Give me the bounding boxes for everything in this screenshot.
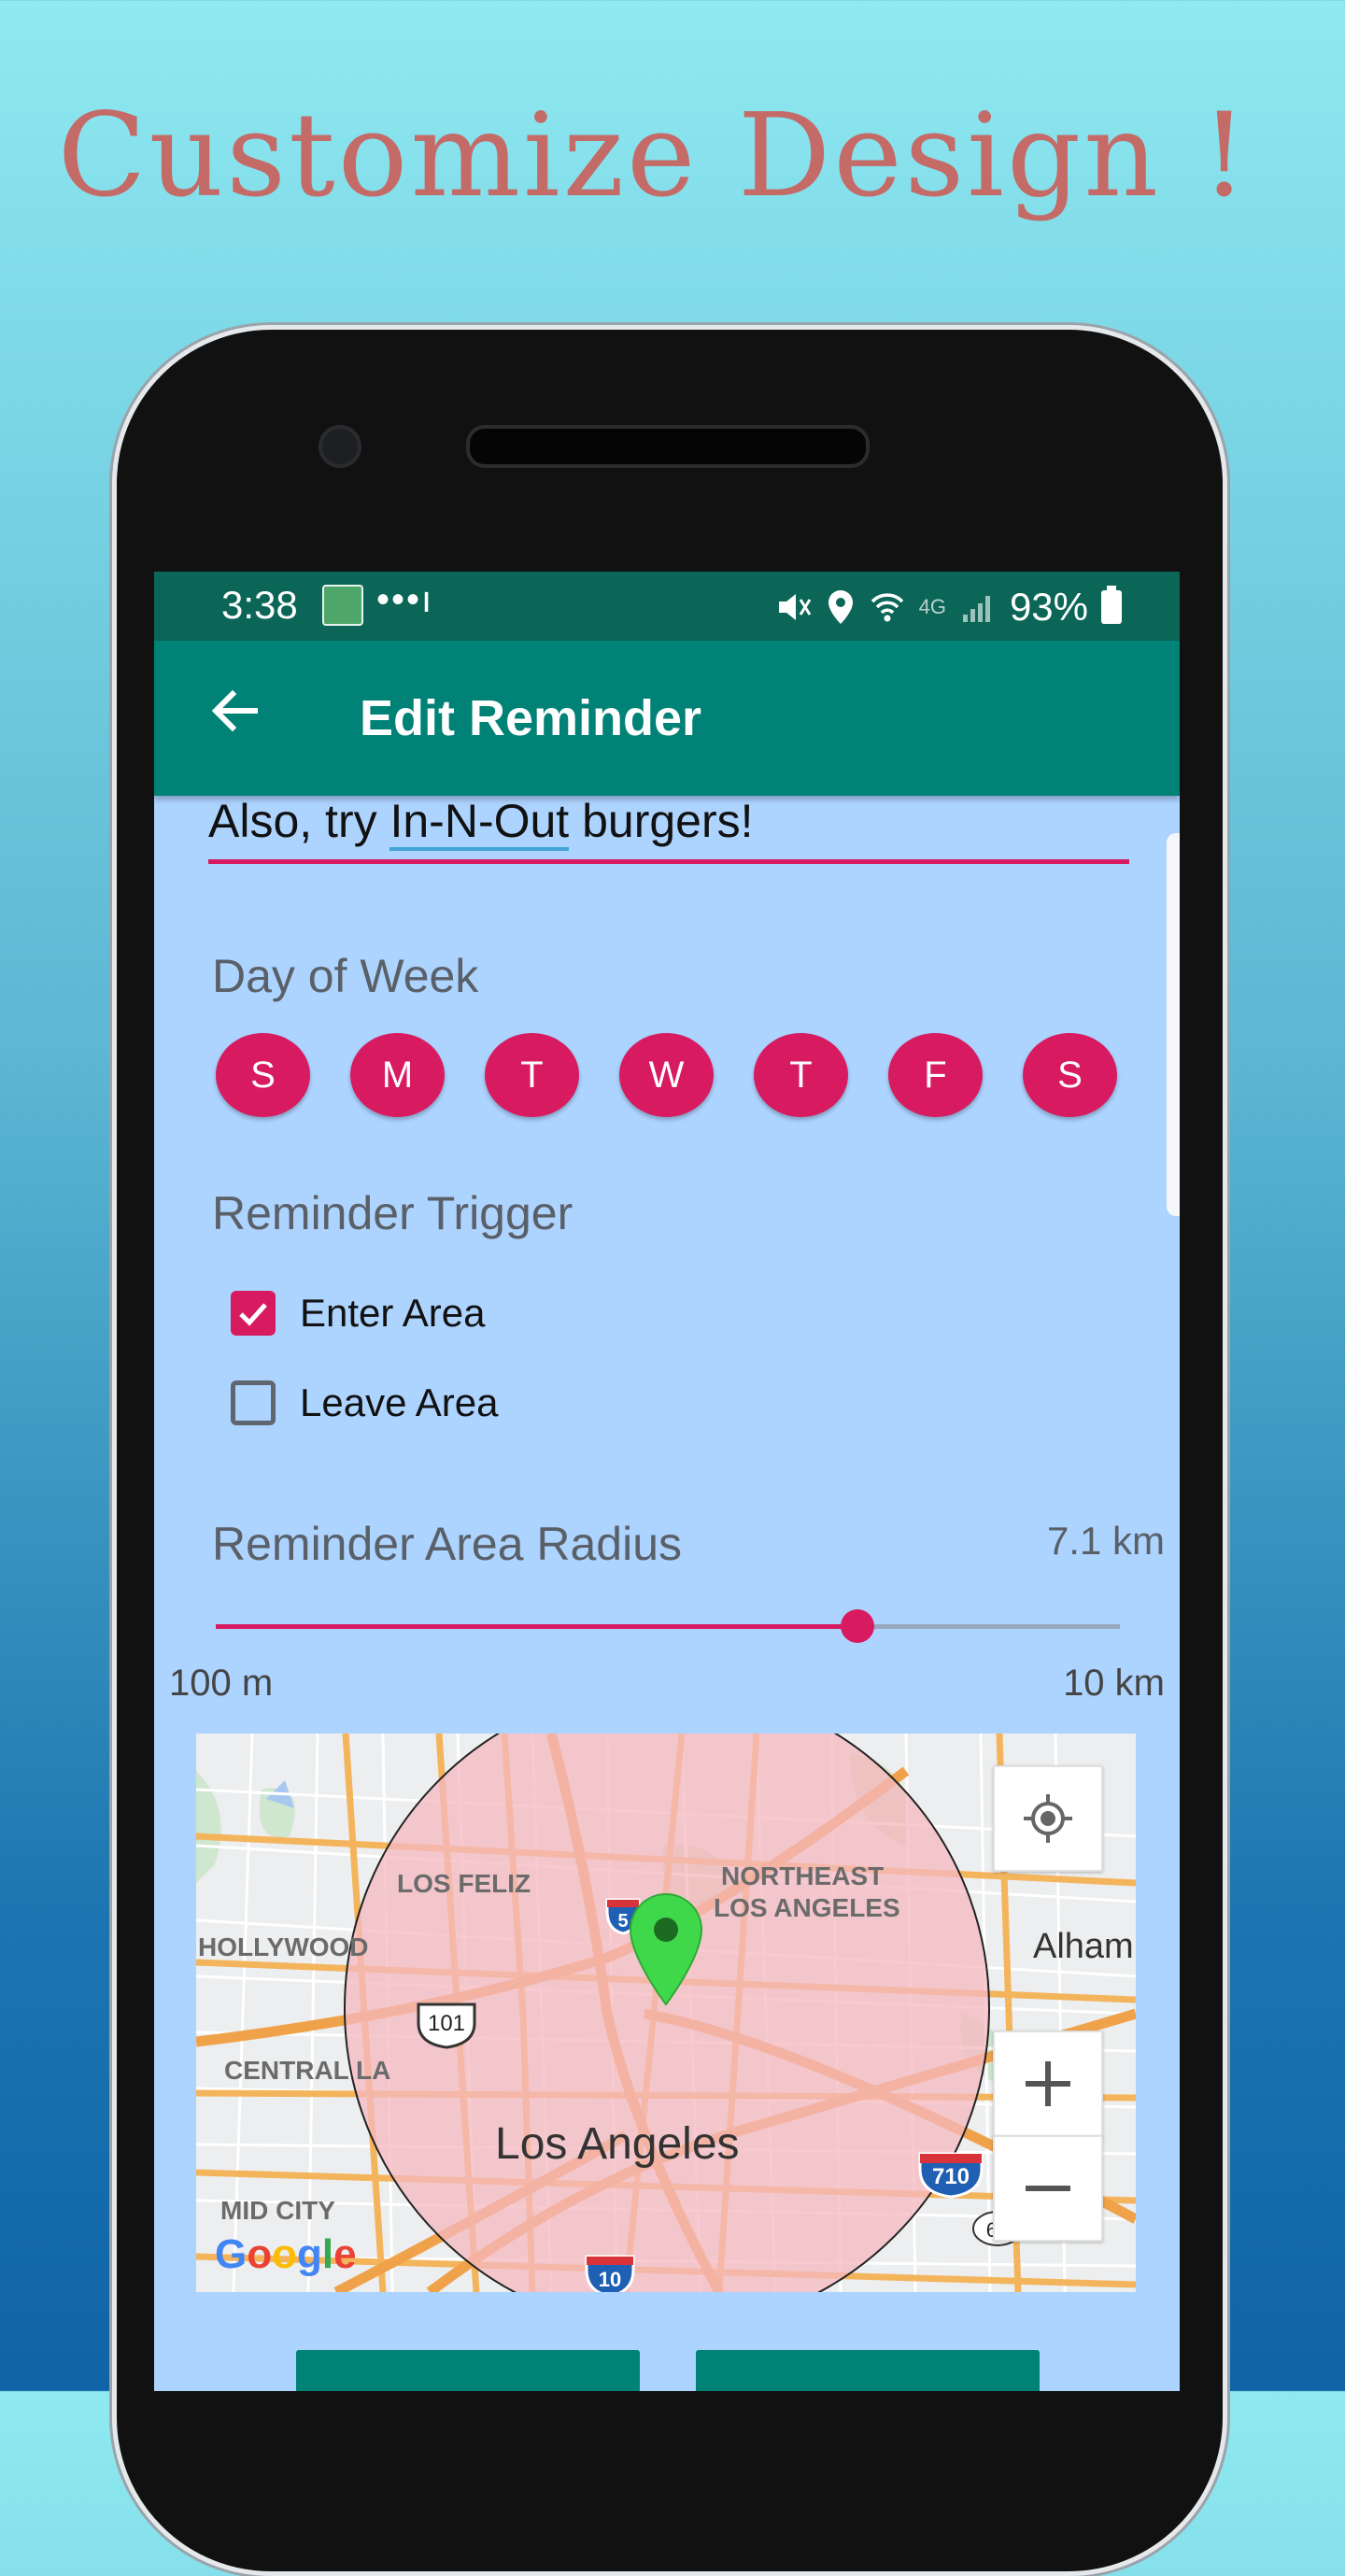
radius-slider[interactable] bbox=[216, 1609, 1120, 1643]
slider-max-label: 10 km bbox=[1063, 1663, 1165, 1704]
battery-icon bbox=[1101, 586, 1122, 624]
scrollbar[interactable] bbox=[1167, 833, 1180, 1216]
page-title: Edit Reminder bbox=[360, 690, 702, 746]
location-icon bbox=[828, 590, 853, 624]
map-label-northeast: NORTHEAST bbox=[721, 1861, 884, 1890]
map-label-mid-city: MID CITY bbox=[220, 2196, 335, 2225]
network-type: 4G bbox=[918, 595, 946, 618]
day-toggle-saturday[interactable]: S bbox=[1023, 1033, 1117, 1117]
map-label-hollywood: HOLLYWOOD bbox=[198, 1932, 369, 1961]
memo-text-start: Also, try bbox=[208, 795, 390, 847]
plus-icon bbox=[1026, 2061, 1070, 2106]
my-location-icon bbox=[1024, 1794, 1072, 1843]
map-label-alhambra: Alham bbox=[1033, 1927, 1134, 1966]
day-toggle-monday[interactable]: M bbox=[350, 1033, 445, 1117]
save-button[interactable] bbox=[696, 2350, 1040, 2391]
memo-text-field[interactable]: Also, try In-N-Out burgers! bbox=[208, 794, 1129, 864]
shield-101: 101 bbox=[417, 2003, 476, 2049]
minus-icon bbox=[1026, 2186, 1070, 2191]
slider-thumb[interactable] bbox=[841, 1609, 875, 1643]
day-toggle-wednesday[interactable]: W bbox=[619, 1033, 714, 1117]
memo-text-underlined: In-N-Out bbox=[389, 795, 570, 851]
day-toggle-sunday[interactable]: S bbox=[216, 1033, 310, 1117]
checkmark-icon bbox=[239, 1303, 267, 1326]
radius-value: 7.1 km bbox=[1046, 1519, 1165, 1563]
google-logo: Google bbox=[215, 2231, 357, 2277]
zoom-in-button[interactable] bbox=[993, 2031, 1103, 2137]
slider-min-label: 100 m bbox=[169, 1663, 274, 1704]
earpiece-speaker bbox=[466, 425, 870, 468]
reminder-trigger-label: Reminder Trigger bbox=[212, 1187, 573, 1239]
status-icons: 4G 93% bbox=[775, 585, 1122, 630]
map-label-northeast-la: LOS ANGELES bbox=[714, 1893, 900, 1922]
day-of-week-selector: S M T W T F S bbox=[216, 1033, 1117, 1117]
shield-710: 710 bbox=[918, 2152, 984, 2199]
svg-text:10: 10 bbox=[599, 2268, 621, 2291]
memo-text-end: burgers! bbox=[569, 795, 754, 847]
enter-area-option[interactable]: Enter Area bbox=[231, 1291, 485, 1336]
svg-text:710: 710 bbox=[932, 2164, 970, 2189]
slider-fill bbox=[216, 1624, 858, 1629]
zoom-out-button[interactable] bbox=[993, 2135, 1103, 2242]
mute-icon bbox=[778, 594, 811, 620]
app-screen: 3:38 •••ı 4G 93% Edit Reminder Also, try… bbox=[154, 572, 1180, 2391]
enter-area-label: Enter Area bbox=[300, 1291, 486, 1335]
radius-label: Reminder Area Radius bbox=[212, 1518, 683, 1570]
more-notifications-icon: •••ı bbox=[376, 579, 434, 620]
front-camera bbox=[319, 425, 361, 468]
app-notification-icon bbox=[322, 585, 363, 626]
day-toggle-friday[interactable]: F bbox=[888, 1033, 983, 1117]
leave-area-label: Leave Area bbox=[300, 1380, 499, 1424]
leave-area-option[interactable]: Leave Area bbox=[231, 1380, 499, 1425]
leave-area-checkbox[interactable] bbox=[231, 1380, 276, 1425]
day-of-week-label: Day of Week bbox=[212, 950, 479, 1002]
svg-text:5: 5 bbox=[617, 1911, 628, 1932]
shield-10: 10 bbox=[585, 2255, 635, 2292]
map-label-los-angeles: Los Angeles bbox=[495, 2119, 740, 2169]
cancel-button[interactable] bbox=[296, 2350, 640, 2391]
map-label-los-feliz: LOS FELIZ bbox=[397, 1869, 531, 1898]
day-toggle-tuesday[interactable]: T bbox=[485, 1033, 579, 1117]
wifi-icon bbox=[871, 593, 903, 622]
app-bar: Edit Reminder bbox=[154, 641, 1180, 796]
status-bar: 3:38 •••ı 4G 93% bbox=[154, 572, 1180, 641]
status-time: 3:38 bbox=[221, 583, 298, 627]
svg-text:101: 101 bbox=[428, 2011, 465, 2036]
enter-area-checkbox[interactable] bbox=[231, 1291, 276, 1336]
day-toggle-thursday[interactable]: T bbox=[754, 1033, 848, 1117]
map-label-central-la: CENTRAL LA bbox=[224, 2056, 390, 2085]
battery-percent: 93% bbox=[1009, 585, 1088, 629]
back-arrow-icon[interactable] bbox=[203, 678, 268, 743]
headline: Customize Design ! bbox=[57, 89, 1251, 223]
map-view[interactable]: LOS FELIZ NORTHEAST LOS ANGELES HOLLYWOO… bbox=[196, 1734, 1136, 2292]
signal-icon bbox=[962, 596, 990, 622]
my-location-button[interactable] bbox=[993, 1765, 1103, 1872]
